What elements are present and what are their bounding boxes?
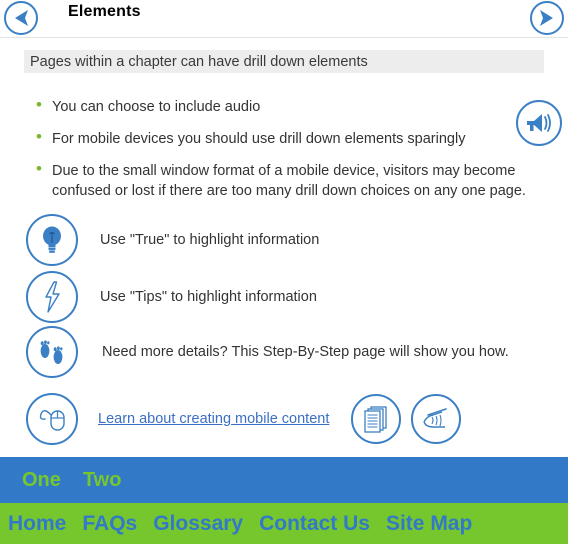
footer-link-home[interactable]: Home bbox=[8, 512, 66, 536]
bullet-list: • You can choose to include audio • For … bbox=[36, 95, 526, 213]
list-item: • For mobile devices you should use dril… bbox=[36, 127, 526, 149]
info-row-tips: Use "Tips" to highlight information bbox=[26, 271, 546, 323]
bullet-marker-icon: • bbox=[36, 159, 42, 178]
bullet-marker-icon: • bbox=[36, 95, 42, 114]
mouse-icon[interactable] bbox=[26, 393, 78, 445]
lightning-icon[interactable] bbox=[26, 271, 78, 323]
info-row-label: Need more details? This Step-By-Step pag… bbox=[102, 344, 509, 360]
tab-two[interactable]: Two bbox=[83, 469, 122, 492]
info-row-true: Use "True" to highlight information bbox=[26, 214, 546, 266]
footer-link-site-map[interactable]: Site Map bbox=[386, 512, 472, 536]
mobile-page-preview: Elements Pages within a chapter can have… bbox=[0, 0, 568, 544]
info-row-label: Use "True" to highlight information bbox=[100, 232, 320, 248]
list-item-label: For mobile devices you should use drill … bbox=[52, 131, 466, 147]
mobile-content-link-row: Learn about creating mobile content bbox=[26, 393, 546, 445]
list-item-label: Due to the small window format of a mobi… bbox=[52, 163, 526, 199]
arrow-right-icon[interactable] bbox=[530, 1, 564, 35]
bullet-marker-icon: • bbox=[36, 127, 42, 146]
lightbulb-icon[interactable] bbox=[26, 214, 78, 266]
tab-bar: One Two bbox=[0, 457, 568, 503]
learn-mobile-content-link[interactable]: Learn about creating mobile content bbox=[98, 411, 329, 427]
list-item-label: You can choose to include audio bbox=[52, 99, 261, 115]
footprints-icon[interactable] bbox=[26, 326, 78, 378]
footer-link-glossary[interactable]: Glossary bbox=[153, 512, 243, 536]
info-row-steps: Need more details? This Step-By-Step pag… bbox=[26, 326, 546, 378]
page-header: Elements bbox=[0, 0, 568, 38]
tab-one[interactable]: One bbox=[22, 469, 61, 492]
subtitle-text: Pages within a chapter can have drill do… bbox=[30, 53, 368, 70]
subtitle-bar: Pages within a chapter can have drill do… bbox=[24, 50, 544, 73]
page-title: Elements bbox=[68, 3, 141, 20]
footer-link-faqs[interactable]: FAQs bbox=[82, 512, 137, 536]
documents-stack-icon[interactable] bbox=[351, 394, 402, 444]
footer-nav-bar: Home FAQs Glossary Contact Us Site Map bbox=[0, 503, 568, 544]
extra-icon-group bbox=[351, 394, 462, 444]
hand-writing-icon[interactable] bbox=[411, 394, 462, 444]
list-item: • Due to the small window format of a mo… bbox=[36, 159, 526, 201]
list-item: • You can choose to include audio bbox=[36, 95, 526, 117]
footer-link-contact-us[interactable]: Contact Us bbox=[259, 512, 370, 536]
megaphone-icon[interactable] bbox=[516, 100, 562, 146]
info-row-label: Use "Tips" to highlight information bbox=[100, 289, 317, 305]
arrow-left-icon[interactable] bbox=[4, 1, 38, 35]
